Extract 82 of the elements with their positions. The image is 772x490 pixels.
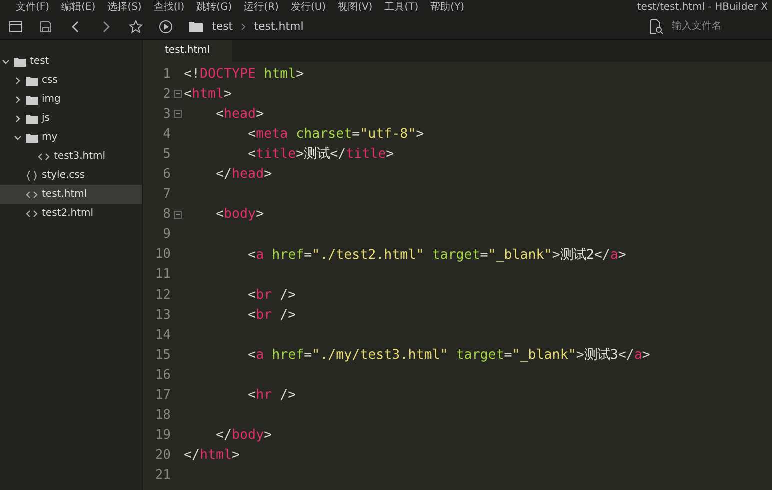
code-line: <body> [215, 207, 264, 222]
code-icon [38, 152, 50, 160]
chevron-right-icon[interactable] [14, 114, 22, 122]
code-line: <br /> [247, 308, 296, 323]
code-icon [26, 190, 38, 198]
code-line: <a href="./my/test3.html" target="_blank">测试3</a> [247, 347, 650, 364]
line-number: 21 [154, 468, 171, 484]
code-line: </body> [215, 428, 272, 444]
line-number: 19 [154, 428, 171, 444]
file-tree-item[interactable]: test.html [0, 185, 142, 204]
menu-item[interactable]: 视图(V) [338, 0, 373, 14]
code-icon [26, 210, 38, 218]
code-line: </html> [184, 448, 240, 464]
line-number: 7 [162, 187, 171, 202]
line-number: 17 [154, 388, 171, 404]
menu-item[interactable]: 跳转(G) [196, 0, 232, 14]
window-icon[interactable] [8, 18, 24, 34]
menu-item[interactable]: 发行(U) [290, 0, 326, 14]
file-search-icon [648, 18, 664, 34]
fold-icon[interactable] [174, 90, 182, 98]
line-number: 2 [162, 86, 171, 102]
fold-icon[interactable] [174, 110, 182, 118]
line-number: 9 [162, 227, 171, 242]
line-number: 18 [154, 408, 171, 424]
line-number: 6 [162, 167, 171, 182]
folder-icon [26, 132, 38, 142]
fold-icon[interactable] [174, 210, 182, 219]
line-number: 1 [162, 66, 171, 82]
editor-tab[interactable]: test.html [143, 40, 232, 62]
code-line: <a href="./test2.html" target="_blank">测试2</a> [247, 246, 626, 264]
menu-item[interactable]: 查找(I) [154, 0, 185, 14]
code-line: <br /> [247, 288, 296, 303]
code-line: <hr /> [247, 388, 296, 404]
file-tree-item[interactable]: style.css [0, 166, 142, 185]
chevron-right-icon [241, 22, 246, 30]
line-number: 12 [154, 288, 171, 303]
menu-item[interactable]: 选择(S) [108, 0, 142, 14]
line-number: 16 [154, 368, 171, 383]
folder-icon [14, 56, 26, 66]
line-number: 3 [162, 106, 171, 122]
chevron-right-icon[interactable] [14, 96, 22, 104]
folder-icon [26, 94, 38, 104]
breadcrumb-item[interactable]: test.html [254, 20, 304, 33]
menu-item[interactable]: 编辑(E) [62, 0, 96, 14]
line-number: 13 [154, 308, 171, 323]
line-number: 14 [154, 328, 171, 343]
file-tree-item[interactable]: css [0, 71, 142, 90]
line-number: 11 [154, 267, 171, 282]
file-tree-item[interactable]: my [0, 128, 142, 147]
menu-item[interactable]: 帮助(Y) [430, 0, 465, 14]
line-number: 5 [162, 146, 171, 162]
file-search-field[interactable]: 输入文件名 [670, 20, 764, 33]
code-line: <head> [215, 106, 264, 122]
breadcrumb-item[interactable]: test [212, 20, 234, 33]
play-icon[interactable] [158, 18, 174, 34]
chevron-right-icon[interactable] [14, 76, 22, 84]
code-line: <!DOCTYPE html> [184, 66, 304, 82]
file-tree-item[interactable]: test2.html [0, 204, 142, 223]
line-number: 15 [154, 348, 171, 363]
code-line: <html> [184, 86, 232, 102]
folder-icon [26, 76, 38, 86]
braces-icon [26, 170, 38, 180]
file-tree-item[interactable]: js [0, 109, 142, 128]
menu-item[interactable]: 文件(F) [16, 0, 50, 14]
window-title: test/test.html - HBuilder X [637, 0, 769, 14]
file-tree-item[interactable]: img [0, 90, 142, 109]
code-line: </head> [215, 167, 272, 182]
star-icon[interactable] [128, 18, 144, 34]
menu-item[interactable]: 运行(R) [244, 0, 279, 14]
chevron-down-icon[interactable] [14, 134, 22, 142]
folder-icon [26, 114, 38, 124]
line-number: 4 [162, 126, 171, 142]
code-line: <meta charset="utf-8"> [247, 126, 424, 142]
chevron-down-icon[interactable] [2, 58, 10, 66]
line-number: 20 [154, 448, 171, 464]
menu-item[interactable]: 工具(T) [384, 0, 419, 14]
save-icon[interactable] [38, 18, 54, 34]
file-tree-item[interactable]: test [0, 52, 142, 71]
file-tree-item[interactable]: test3.html [0, 147, 142, 166]
line-number: 8 [162, 207, 171, 222]
line-number: 10 [154, 247, 171, 262]
code-line: <title>测试</title> [247, 146, 394, 164]
